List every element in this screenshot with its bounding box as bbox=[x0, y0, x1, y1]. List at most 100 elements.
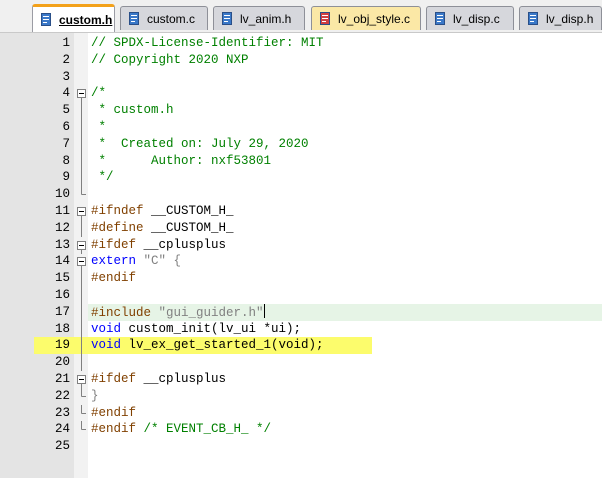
line-number: 4 bbox=[62, 86, 70, 101]
file-icon bbox=[527, 12, 538, 26]
code-line[interactable]: /* bbox=[91, 85, 106, 102]
code-editor[interactable]: 1 // SPDX-License-Identifier: MIT 2 // Copy… bbox=[0, 33, 602, 478]
tab-lv-disp-h[interactable]: lv_disp.h bbox=[519, 6, 602, 30]
code-token: * custom.h bbox=[91, 103, 174, 118]
line-number: 8 bbox=[62, 153, 70, 168]
fold-line-icon bbox=[77, 270, 86, 288]
fold-end-icon bbox=[77, 421, 86, 438]
text-cursor bbox=[263, 303, 265, 318]
code-token: __CUSTOM_H_ bbox=[143, 204, 234, 218]
code-token: extern bbox=[91, 254, 137, 269]
fold-line-icon bbox=[77, 354, 86, 372]
code-line[interactable]: void lv_ex_get_started_1(void); bbox=[91, 337, 324, 354]
tab-lv-obj-style-c[interactable]: lv_obj_style.c bbox=[311, 6, 421, 30]
code-line[interactable]: #ifdef __cplusplus bbox=[91, 237, 226, 254]
line-number: 13 bbox=[54, 237, 70, 252]
tab-custom-h[interactable]: custom.h bbox=[32, 4, 115, 32]
fold-line-icon bbox=[77, 219, 86, 237]
line-number: 11 bbox=[54, 204, 70, 218]
code-line[interactable]: * custom.h bbox=[91, 102, 174, 119]
code-line[interactable]: #endif bbox=[91, 405, 136, 422]
file-icon bbox=[40, 13, 51, 27]
tab-custom-c[interactable]: custom.c bbox=[120, 6, 208, 30]
code-token: __cplusplus bbox=[136, 372, 227, 386]
fold-line-icon bbox=[77, 119, 86, 136]
code-line[interactable]: */ bbox=[91, 169, 114, 186]
line-number: 22 bbox=[54, 388, 70, 403]
tab-label: custom.h bbox=[59, 12, 113, 27]
tab-label: lv_disp.c bbox=[453, 11, 500, 26]
line-number: 7 bbox=[62, 136, 70, 151]
code-token: */ bbox=[91, 170, 114, 185]
line-number: 9 bbox=[62, 170, 70, 185]
code-line[interactable]: #endif bbox=[91, 270, 136, 287]
code-line[interactable]: #ifdef __cplusplus bbox=[91, 371, 226, 388]
line-number: 16 bbox=[54, 288, 70, 302]
fold-toggle-icon[interactable] bbox=[77, 253, 86, 271]
code-line[interactable]: // Copyright 2020 NXP bbox=[91, 52, 249, 69]
code-token: /* EVENT_CB_H_ */ bbox=[136, 422, 272, 437]
line-number: 12 bbox=[54, 220, 70, 235]
tab-lv-disp-c[interactable]: lv_disp.c bbox=[426, 6, 514, 30]
code-token: // SPDX-License-Identifier: MIT bbox=[91, 36, 324, 50]
line-number: 19 bbox=[54, 338, 70, 353]
code-token: * bbox=[91, 120, 107, 134]
code-token: * Created on: July 29, 2020 bbox=[91, 136, 309, 151]
line-number: 2 bbox=[62, 52, 70, 67]
code-token: "gui_guider.h" bbox=[158, 305, 264, 320]
line-number: 18 bbox=[54, 321, 70, 336]
line-number: 23 bbox=[54, 405, 70, 420]
line-number: 21 bbox=[54, 372, 70, 386]
line-number: 20 bbox=[54, 355, 70, 370]
fold-toggle-icon[interactable] bbox=[77, 237, 86, 254]
fold-line-icon bbox=[77, 169, 86, 187]
file-icon bbox=[128, 12, 139, 26]
code-token: #define bbox=[91, 220, 144, 235]
code-token: #ifdef bbox=[91, 372, 137, 386]
line-number: 3 bbox=[62, 69, 70, 84]
tab-label: lv_disp.h bbox=[546, 11, 594, 26]
line-number: 15 bbox=[54, 271, 70, 286]
tab-label: lv_obj_style.c bbox=[338, 11, 411, 26]
code-line[interactable]: } bbox=[91, 388, 99, 405]
code-token: // Copyright 2020 NXP bbox=[91, 52, 249, 67]
line-number: 17 bbox=[54, 304, 70, 319]
fold-toggle-icon[interactable] bbox=[77, 85, 86, 103]
code-line[interactable]: #define __CUSTOM_H_ bbox=[91, 220, 234, 237]
fold-line-icon bbox=[77, 287, 86, 304]
code-token: { bbox=[166, 254, 182, 269]
tab-bar: custom.h custom.c lv_anim.h lv_obj_style.c l… bbox=[0, 0, 602, 33]
code-line[interactable]: * Created on: July 29, 2020 bbox=[91, 136, 309, 153]
line-number: 25 bbox=[54, 439, 70, 454]
code-token: __cplusplus bbox=[136, 237, 227, 252]
code-line[interactable]: * Author: nxf53801 bbox=[91, 153, 272, 170]
fold-toggle-icon[interactable] bbox=[77, 203, 86, 220]
fold-toggle-icon[interactable] bbox=[77, 371, 86, 388]
code-line[interactable]: #ifndef __CUSTOM_H_ bbox=[91, 203, 234, 220]
code-line[interactable]: extern "C" { bbox=[91, 253, 181, 270]
code-line[interactable]: #include "gui_guider.h" bbox=[91, 303, 265, 322]
tab-lv-anim-h[interactable]: lv_anim.h bbox=[213, 6, 305, 30]
fold-end-icon bbox=[77, 404, 86, 422]
fold-end-icon bbox=[77, 186, 86, 203]
code-line[interactable]: // SPDX-License-Identifier: MIT bbox=[91, 35, 324, 52]
code-token: /* bbox=[91, 86, 107, 101]
code-token: #endif bbox=[91, 271, 137, 286]
code-token: * Author: nxf53801 bbox=[91, 153, 272, 168]
code-token: "C" bbox=[143, 254, 167, 269]
line-number: 1 bbox=[62, 36, 70, 50]
code-token: #endif bbox=[91, 422, 137, 437]
line-number: 10 bbox=[54, 187, 70, 202]
line-number: 24 bbox=[54, 422, 70, 437]
code-token: custom_init(lv_ui *ui); bbox=[121, 321, 302, 336]
code-token: void bbox=[91, 321, 122, 336]
fold-line-icon bbox=[77, 303, 86, 321]
line-number: 14 bbox=[54, 254, 70, 269]
code-line[interactable]: void custom_init(lv_ui *ui); bbox=[91, 321, 301, 338]
code-line[interactable]: * bbox=[91, 119, 107, 136]
code-token: lv_ex_get_started_1(void); bbox=[121, 338, 324, 353]
fold-line-icon bbox=[77, 102, 86, 120]
code-line[interactable]: #endif /* EVENT_CB_H_ */ bbox=[91, 421, 271, 438]
